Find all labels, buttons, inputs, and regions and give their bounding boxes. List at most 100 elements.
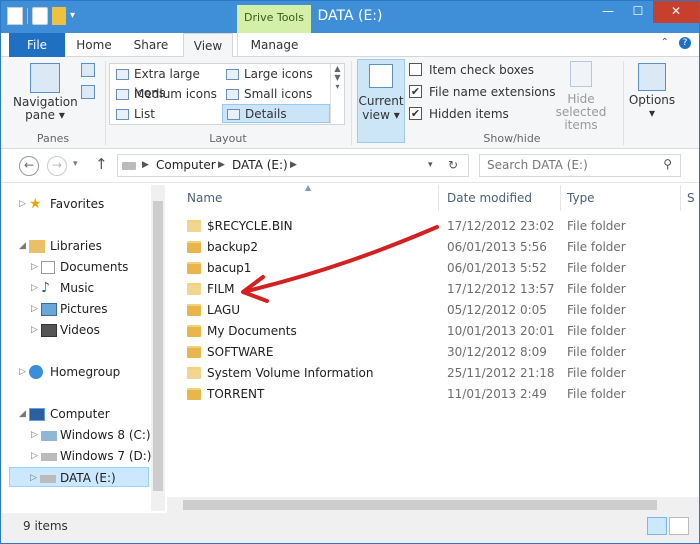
file-name-extensions-checkbox[interactable]: ✔ <box>409 85 422 98</box>
breadcrumb-separator[interactable]: ▶ <box>218 160 225 170</box>
layout-extra-large-icons[interactable]: Extra large icons <box>112 65 220 100</box>
close-button[interactable]: ✕ <box>653 1 699 23</box>
sidebar-item-windows8[interactable]: ▷ Windows 8 (C:) <box>29 425 151 445</box>
tab-view[interactable]: View <box>183 33 233 58</box>
expand-arrow-icon[interactable]: ▷ <box>31 278 38 298</box>
search-input[interactable]: Search DATA (E:) <box>487 158 588 172</box>
details-view-button[interactable] <box>647 517 667 535</box>
sidebar-label: Videos <box>60 323 100 337</box>
recent-locations-icon[interactable]: ▾ <box>73 159 78 169</box>
help-icon[interactable]: ? <box>679 37 691 49</box>
collapse-arrow-icon[interactable]: ◢ <box>19 236 26 256</box>
layout-medium-icons[interactable]: Medium icons <box>112 85 220 104</box>
up-button[interactable]: ↑ <box>95 155 108 173</box>
search-box[interactable]: Search DATA (E:) ⚲ <box>479 154 681 177</box>
breadcrumb-drive[interactable]: DATA (E:) <box>232 158 288 172</box>
sidebar-item-computer[interactable]: ◢ Computer <box>17 404 147 424</box>
table-row[interactable]: My Documents 10/01/2013 20:01 File folder <box>181 321 681 342</box>
expand-arrow-icon[interactable]: ▷ <box>31 320 38 340</box>
file-date: 17/12/2012 13:57 <box>447 282 555 296</box>
search-icon[interactable]: ⚲ <box>663 157 672 171</box>
tab-manage[interactable]: Manage <box>237 33 311 57</box>
table-row[interactable]: LAGU 05/12/2012 0:05 File folder <box>181 300 681 321</box>
sidebar-item-music[interactable]: ▷ ♪ Music <box>29 278 149 298</box>
address-bar[interactable]: ▶ Computer ▶ DATA (E:) ▶ ▾ ↻ <box>117 154 469 177</box>
minimize-ribbon-icon[interactable]: ⌃ <box>661 37 669 49</box>
scrollbar-thumb[interactable] <box>153 201 163 491</box>
navigation-pane-scrollbar[interactable] <box>151 185 165 511</box>
music-icon: ♪ <box>41 280 50 296</box>
item-check-boxes-toggle[interactable]: Item check boxes <box>409 61 534 79</box>
minimize-button[interactable]: — <box>593 1 623 23</box>
breadcrumb-computer[interactable]: Computer <box>156 158 216 172</box>
column-header-date[interactable]: Date modified <box>441 185 561 211</box>
expand-arrow-icon[interactable]: ▷ <box>31 446 38 466</box>
navigation-pane-button[interactable]: Navigation pane ▾ <box>13 63 78 122</box>
expand-arrow-icon[interactable]: ▷ <box>19 194 26 214</box>
tab-home[interactable]: Home <box>71 33 117 57</box>
file-name-extensions-toggle[interactable]: ✔ File name extensions <box>409 83 556 101</box>
table-row[interactable]: TORRENT 11/01/2013 2:49 File folder <box>181 384 681 405</box>
layout-details[interactable]: Details <box>222 104 330 123</box>
breadcrumb-separator[interactable]: ▶ <box>290 160 297 170</box>
explorer-window: ▾ Drive Tools DATA (E:) — ☐ ✕ File Home … <box>0 0 700 544</box>
item-check-boxes-checkbox[interactable] <box>409 63 422 76</box>
scrollbar-thumb[interactable] <box>183 500 657 510</box>
expand-arrow-icon[interactable]: ▷ <box>19 362 26 382</box>
computer-icon <box>29 408 45 421</box>
table-row[interactable]: System Volume Information 25/11/2012 21:1… <box>181 363 681 384</box>
item-check-boxes-label: Item check boxes <box>429 63 535 77</box>
layout-gallery-scroll[interactable]: ▲ ▼ ▾ <box>330 64 344 124</box>
current-view-button[interactable]: Current view ▾ <box>357 59 405 143</box>
sidebar-item-documents[interactable]: ▷ Documents <box>29 257 149 277</box>
large-icons-view-button[interactable] <box>669 517 689 535</box>
sidebar-item-videos[interactable]: ▷ Videos <box>29 320 149 340</box>
sidebar-item-favorites[interactable]: ▷ ★ Favorites <box>17 194 147 214</box>
column-header-type[interactable]: Type <box>561 185 681 211</box>
hidden-items-checkbox[interactable]: ✔ <box>409 107 422 120</box>
folder-icon <box>187 304 201 316</box>
forward-button[interactable]: → <box>47 156 67 176</box>
layout-details-label: Details <box>245 107 287 121</box>
horizontal-scrollbar[interactable] <box>167 497 699 513</box>
column-header-size[interactable]: S <box>681 185 699 211</box>
preview-pane-icon[interactable] <box>81 63 95 77</box>
table-row[interactable]: SOFTWARE 30/12/2012 8:09 File folder <box>181 342 681 363</box>
options-button[interactable]: Options ▾ <box>627 63 677 120</box>
breadcrumb-separator[interactable]: ▶ <box>142 160 149 170</box>
large-icons-icon <box>226 69 239 80</box>
sidebar-item-homegroup[interactable]: ▷ Homegroup <box>17 362 147 382</box>
hide-selected-icon <box>570 61 592 87</box>
sidebar-item-windows7[interactable]: ▷ Windows 7 (D:) <box>29 446 151 466</box>
sidebar-label: Windows 8 (C:) <box>60 428 151 442</box>
sidebar-item-libraries[interactable]: ◢ Libraries <box>17 236 147 256</box>
layout-large-icons[interactable]: Large icons <box>222 65 328 84</box>
table-row[interactable]: $RECYCLE.BIN 17/12/2012 23:02 File folder <box>181 216 681 237</box>
address-dropdown-icon[interactable]: ▾ <box>428 160 433 170</box>
expand-arrow-icon[interactable]: ▷ <box>30 468 37 488</box>
sidebar-label: Computer <box>50 407 110 421</box>
layout-list[interactable]: List <box>112 105 220 124</box>
tab-share[interactable]: Share <box>125 33 177 57</box>
back-button[interactable]: ← <box>19 156 39 176</box>
details-pane-icon[interactable] <box>81 85 95 99</box>
folder-icon <box>187 220 201 232</box>
table-row[interactable]: FILM 17/12/2012 13:57 File folder <box>181 279 681 300</box>
hide-selected-items-button[interactable]: Hide selected items <box>541 61 621 132</box>
tab-file[interactable]: File <box>9 33 65 57</box>
table-row[interactable]: backup2 06/01/2013 5:56 File folder <box>181 237 681 258</box>
drive-icon <box>41 453 57 461</box>
collapse-arrow-icon[interactable]: ◢ <box>19 404 26 424</box>
sidebar-item-data[interactable]: ▷ DATA (E:) <box>9 467 149 487</box>
column-header-name[interactable]: Name <box>181 185 439 211</box>
expand-arrow-icon[interactable]: ▷ <box>31 299 38 319</box>
expand-arrow-icon[interactable]: ▷ <box>31 425 38 445</box>
table-row[interactable]: bacup1 06/01/2013 5:52 File folder <box>181 258 681 279</box>
sidebar-item-pictures[interactable]: ▷ Pictures <box>29 299 149 319</box>
expand-arrow-icon[interactable]: ▷ <box>31 257 38 277</box>
navigation-pane-label2: pane ▾ <box>25 108 65 122</box>
maximize-button[interactable]: ☐ <box>623 1 653 23</box>
layout-small-icons[interactable]: Small icons <box>222 85 328 104</box>
refresh-icon[interactable]: ↻ <box>448 158 458 172</box>
hidden-items-toggle[interactable]: ✔ Hidden items <box>409 105 509 123</box>
